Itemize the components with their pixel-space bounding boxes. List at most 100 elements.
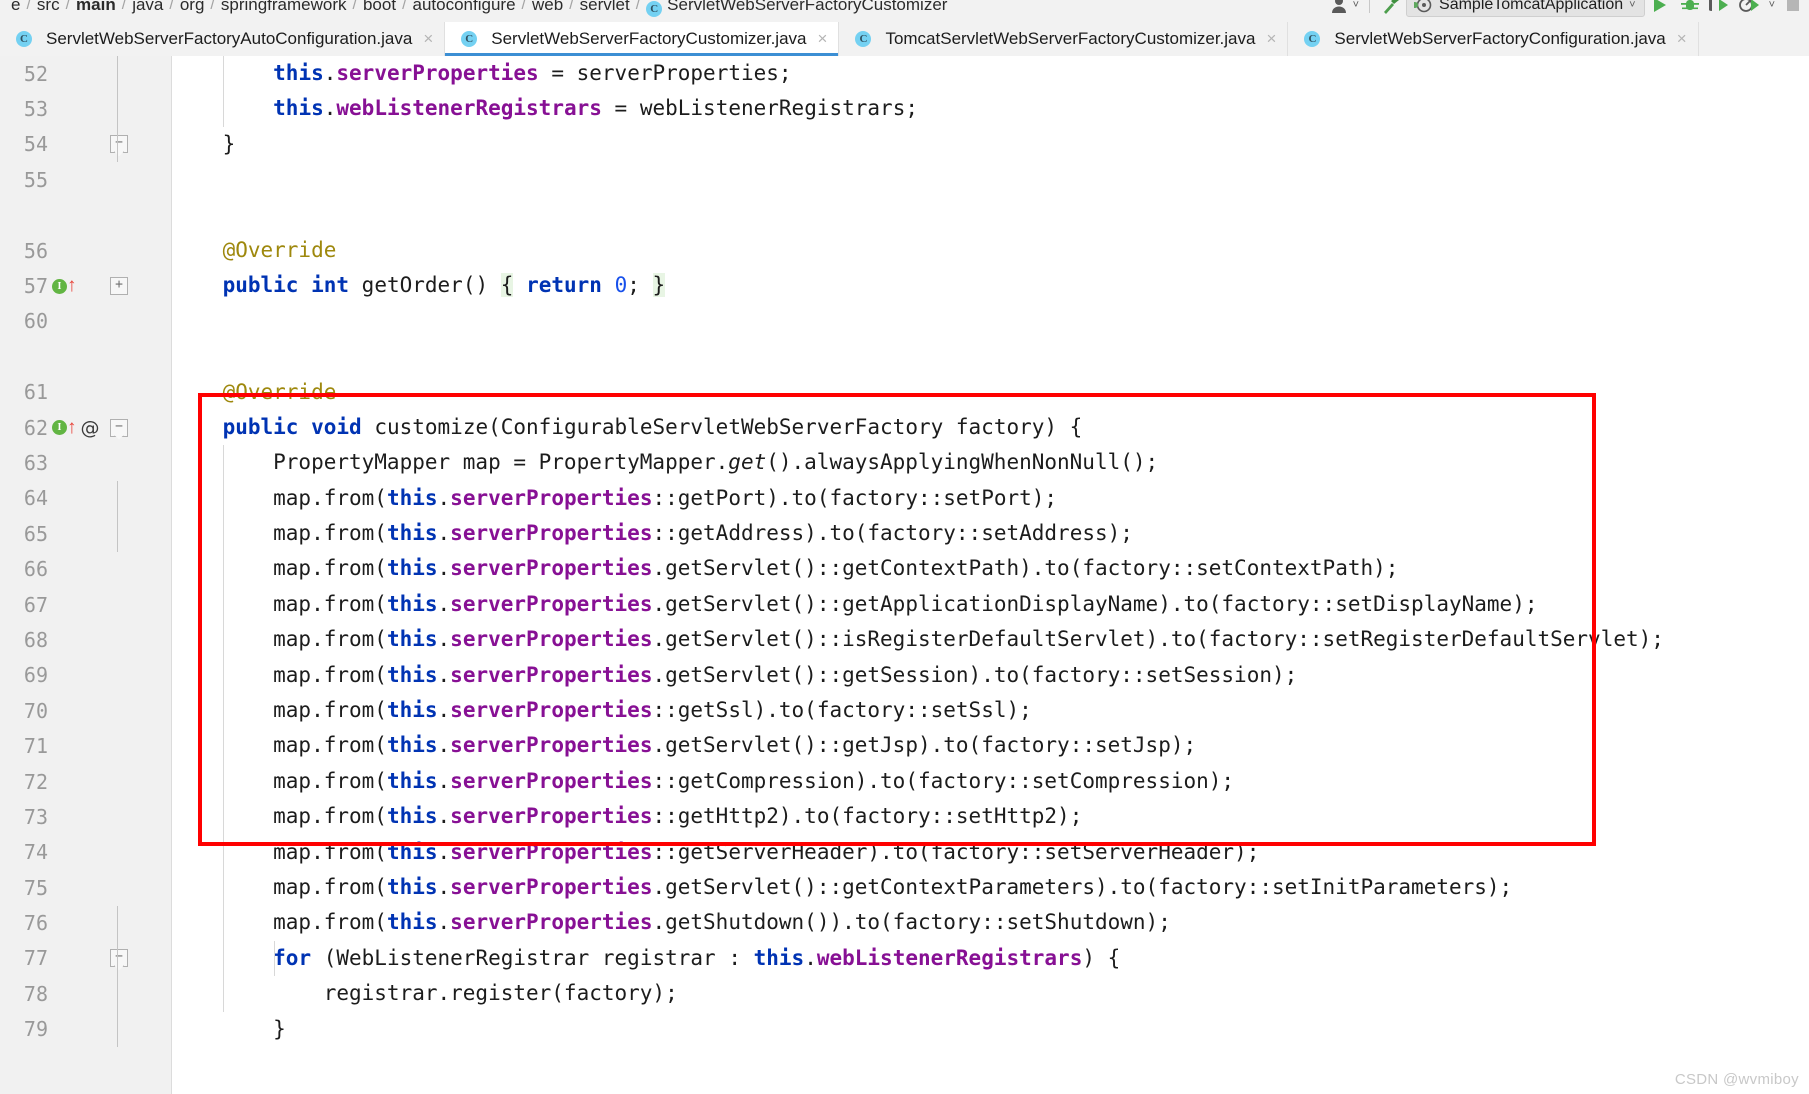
- gutter-row[interactable]: 53: [0, 91, 171, 126]
- code-line[interactable]: map.from(this.serverProperties.getShutdo…: [172, 905, 1809, 940]
- breadcrumb-item[interactable]: springframework: [216, 0, 352, 17]
- breadcrumb-item[interactable]: main: [71, 0, 121, 17]
- code-editor-area[interactable]: this.serverProperties = serverProperties…: [172, 56, 1809, 1094]
- code-line[interactable]: [172, 162, 1809, 197]
- run-play-icon[interactable]: [1645, 0, 1675, 18]
- code-line[interactable]: public int getOrder() { return 0; }: [172, 268, 1809, 303]
- profile-icon[interactable]: [1735, 0, 1765, 18]
- chevron-down-icon[interactable]: ˅: [1629, 0, 1635, 11]
- gutter-row[interactable]: 56: [0, 233, 171, 268]
- code-line[interactable]: PropertyMapper map = PropertyMapper.get(…: [172, 445, 1809, 480]
- code-line[interactable]: registrar.register(factory);: [172, 976, 1809, 1011]
- gutter-row[interactable]: 72: [0, 764, 171, 799]
- breadcrumb-item[interactable]: e: [6, 0, 25, 17]
- gutter-row[interactable]: 57 I ↑ +: [0, 268, 171, 303]
- gutter-row[interactable]: 76: [0, 905, 171, 940]
- gutter-row[interactable]: 55: [0, 162, 171, 197]
- code-line[interactable]: map.from(this.serverProperties::getAddre…: [172, 516, 1809, 551]
- debug-bug-icon[interactable]: [1675, 0, 1705, 18]
- gutter-row[interactable]: 63: [0, 445, 171, 480]
- gutter-row[interactable]: [0, 339, 171, 374]
- chevron-down-icon[interactable]: ˅: [1353, 0, 1359, 11]
- fold-collapse-icon[interactable]: −: [110, 135, 128, 154]
- code-line[interactable]: public void customize(ConfigurableServle…: [172, 410, 1809, 445]
- editor-tab-bar[interactable]: C ServletWebServerFactoryAutoConfiguratio…: [0, 22, 1809, 57]
- breadcrumb-item[interactable]: java: [127, 0, 168, 17]
- toolbar-more-chevron-icon[interactable]: ˅: [1765, 0, 1779, 18]
- run-coverage-icon[interactable]: [1705, 0, 1735, 18]
- code-line[interactable]: map.from(this.serverProperties::getSsl).…: [172, 693, 1809, 728]
- gutter-marks[interactable]: I ↑: [52, 276, 77, 295]
- breadcrumb-item[interactable]: org: [175, 0, 210, 17]
- override-impl-icon[interactable]: I: [52, 278, 67, 294]
- gutter-row[interactable]: 68: [0, 622, 171, 657]
- gutter-row[interactable]: 78: [0, 976, 171, 1011]
- editor-tab[interactable]: C ServletWebServerFactoryAutoConfiguratio…: [0, 22, 446, 56]
- code-line[interactable]: map.from(this.serverProperties.getServle…: [172, 587, 1809, 622]
- breadcrumb-item[interactable]: servlet: [575, 0, 635, 17]
- code-line[interactable]: }: [172, 1012, 1809, 1047]
- code-line[interactable]: [172, 339, 1809, 374]
- gutter-row[interactable]: 66: [0, 551, 171, 586]
- code-line[interactable]: for (WebListenerRegistrar registrar : th…: [172, 941, 1809, 976]
- gutter-row[interactable]: 52: [0, 56, 171, 91]
- code-line[interactable]: map.from(this.serverProperties::getCompr…: [172, 764, 1809, 799]
- gutter-row[interactable]: 65: [0, 516, 171, 551]
- editor-tab[interactable]: C ServletWebServerFactoryCustomizer.java ×: [445, 22, 840, 56]
- code-line[interactable]: [172, 198, 1809, 233]
- gutter-row[interactable]: 71: [0, 728, 171, 763]
- code-line[interactable]: map.from(this.serverProperties.getServle…: [172, 551, 1809, 586]
- gutter-row[interactable]: 69: [0, 658, 171, 693]
- override-arrow-icon[interactable]: ↑: [67, 418, 77, 437]
- gutter-row[interactable]: 62 I ↑ @ −: [0, 410, 171, 445]
- gutter-row[interactable]: 79: [0, 1012, 171, 1047]
- code-line[interactable]: map.from(this.serverProperties::getServe…: [172, 835, 1809, 870]
- breadcrumb-item[interactable]: C ServletWebServerFactoryCustomizer: [641, 0, 952, 17]
- breadcrumb-item[interactable]: boot: [358, 0, 401, 17]
- code-line[interactable]: map.from(this.serverProperties.getServle…: [172, 870, 1809, 905]
- code-line[interactable]: map.from(this.serverProperties::getHttp2…: [172, 799, 1809, 834]
- close-icon[interactable]: ×: [818, 29, 828, 49]
- gutter-row[interactable]: 77 −: [0, 941, 171, 976]
- code-line[interactable]: @Override: [172, 375, 1809, 410]
- fold-expand-icon[interactable]: +: [110, 277, 128, 296]
- close-icon[interactable]: ×: [423, 29, 433, 49]
- breadcrumb-item[interactable]: autoconfigure: [408, 0, 521, 17]
- fold-collapse-icon[interactable]: −: [110, 418, 128, 437]
- gutter-row[interactable]: 67: [0, 587, 171, 622]
- override-impl-icon[interactable]: I: [52, 420, 67, 436]
- code-line[interactable]: @Override: [172, 233, 1809, 268]
- run-configuration-selector[interactable]: SampleTomcatApplication ˅: [1406, 0, 1645, 17]
- code-line[interactable]: map.from(this.serverProperties.getServle…: [172, 658, 1809, 693]
- gutter-row[interactable]: 74: [0, 835, 171, 870]
- gutter-row[interactable]: 61: [0, 375, 171, 410]
- gutter-row[interactable]: [0, 198, 171, 233]
- code-line[interactable]: this.serverProperties = serverProperties…: [172, 56, 1809, 91]
- gutter-row[interactable]: 70: [0, 693, 171, 728]
- code-line[interactable]: }: [172, 127, 1809, 162]
- code-line[interactable]: map.from(this.serverProperties.getServle…: [172, 728, 1809, 763]
- code-line[interactable]: map.from(this.serverProperties::getPort)…: [172, 481, 1809, 516]
- editor-gutter[interactable]: 52 53 54−55 56 57 I ↑ +60 61 62 I ↑ @ −63 64 65 66 67 68 69…: [0, 56, 172, 1094]
- code-lines[interactable]: this.serverProperties = serverProperties…: [172, 56, 1809, 1047]
- code-line[interactable]: [172, 304, 1809, 339]
- close-icon[interactable]: ×: [1266, 29, 1276, 49]
- editor-tab[interactable]: C ServletWebServerFactoryConfiguration.ja…: [1288, 22, 1699, 56]
- gutter-row[interactable]: 64: [0, 481, 171, 516]
- editor-tab[interactable]: C TomcatServletWebServerFactoryCustomizer…: [839, 22, 1289, 56]
- user-avatar-icon[interactable]: ˅: [1327, 0, 1363, 18]
- gutter-row[interactable]: 54 −: [0, 127, 171, 162]
- fold-collapse-icon[interactable]: −: [110, 949, 128, 968]
- build-hammer-icon[interactable]: [1376, 0, 1406, 18]
- gutter-marks[interactable]: I ↑ @: [52, 417, 100, 439]
- gutter-row[interactable]: 60: [0, 304, 171, 339]
- code-line[interactable]: map.from(this.serverProperties.getServle…: [172, 622, 1809, 657]
- code-line[interactable]: this.webListenerRegistrars = webListener…: [172, 91, 1809, 126]
- close-icon[interactable]: ×: [1677, 29, 1687, 49]
- annotation-at-icon[interactable]: @: [81, 417, 100, 439]
- gutter-row[interactable]: 75: [0, 870, 171, 905]
- gutter-row[interactable]: 73: [0, 799, 171, 834]
- override-arrow-icon[interactable]: ↑: [67, 276, 77, 295]
- breadcrumb-item[interactable]: src: [32, 0, 65, 17]
- breadcrumb-item[interactable]: web: [527, 0, 568, 17]
